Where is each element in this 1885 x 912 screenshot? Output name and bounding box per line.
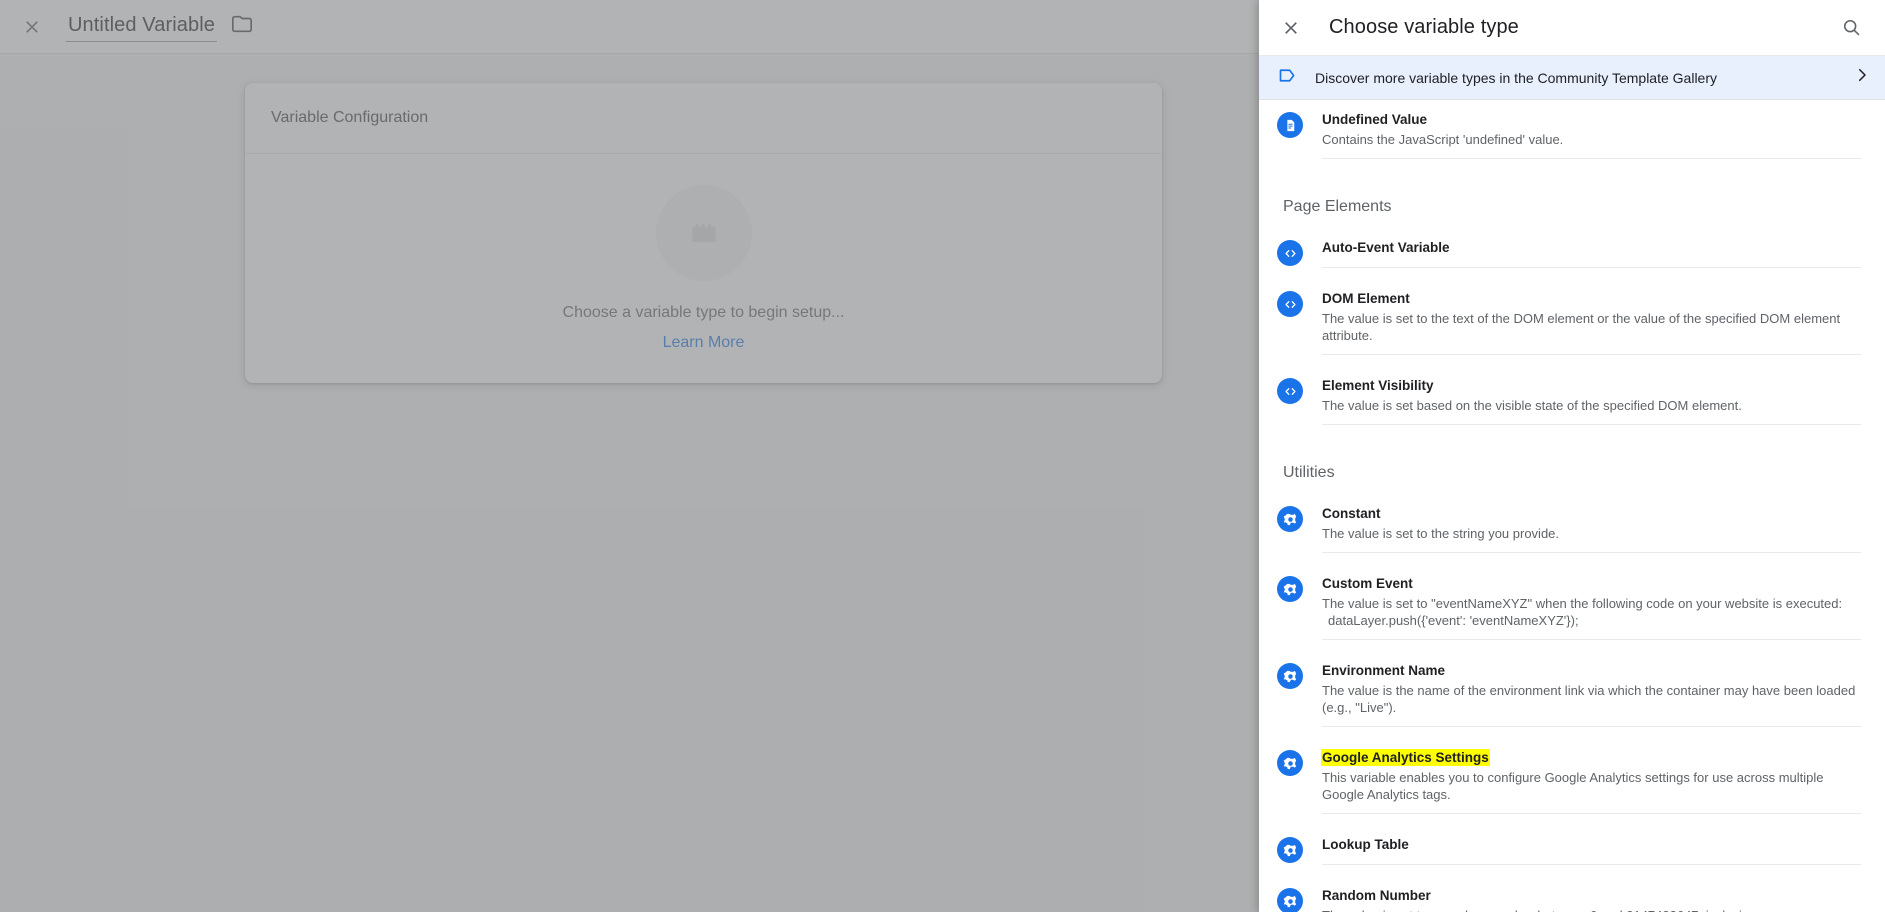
variable-type-row[interactable]: Auto-Event Variable: [1259, 228, 1885, 279]
placeholder-text: Choose a variable type to begin setup...: [562, 304, 845, 321]
panel-title: Choose variable type: [1329, 16, 1519, 38]
variable-type-description: The value is the name of the environment…: [1322, 683, 1856, 715]
gear-icon-glyph: [1283, 583, 1296, 595]
variable-type-description: This variable enables you to configure G…: [1322, 770, 1824, 802]
variable-type-title: Constant: [1322, 506, 1381, 521]
variable-type-text: Google Analytics Settings This variable e…: [1322, 749, 1861, 814]
variable-type-text: Environment Name The value is the name of…: [1322, 662, 1861, 727]
screen-root: Untitled Variable Variable Configuration: [0, 0, 1885, 912]
variable-configuration-card: Variable Configuration Choose a variable…: [245, 83, 1162, 383]
variable-type-title: DOM Element: [1322, 291, 1410, 306]
code-icon: [1277, 240, 1303, 266]
community-template-gallery-banner[interactable]: Discover more variable types in the Comm…: [1259, 56, 1885, 100]
gear-icon-glyph: [1283, 895, 1296, 907]
variable-type-title: Lookup Table: [1322, 837, 1409, 852]
variable-type-text: Constant The value is set to the string y…: [1322, 505, 1861, 553]
gear-icon: [1277, 888, 1303, 912]
gear-icon-glyph: [1283, 513, 1296, 525]
gear-icon: [1277, 576, 1303, 602]
variable-type-title: Random Number: [1322, 888, 1431, 903]
variable-type-row[interactable]: Google Analytics Settings This variable e…: [1259, 738, 1885, 825]
close-icon-glyph: [26, 20, 38, 33]
gear-icon: [1277, 837, 1303, 863]
panel-header: Choose variable type: [1259, 0, 1885, 56]
gear-icon-glyph: [1283, 670, 1296, 682]
variable-type-text: DOM Element The value is set to the text …: [1322, 290, 1861, 355]
chevron-right-icon[interactable]: [1853, 66, 1871, 89]
document-icon: [1277, 112, 1303, 138]
variable-type-description: Contains the JavaScript 'undefined' valu…: [1322, 132, 1564, 147]
close-icon[interactable]: [8, 3, 56, 51]
code-icon-glyph: [1284, 387, 1296, 395]
code-icon: [1277, 291, 1303, 317]
variable-type-text: Random Number The value is set to a rando…: [1322, 887, 1861, 912]
gear-icon-glyph: [1283, 844, 1296, 856]
chevron-right-icon-glyph: [1858, 68, 1866, 82]
variable-type-row[interactable]: Undefined Value Contains the JavaScript '…: [1259, 100, 1885, 170]
variable-type-row[interactable]: Custom Event The value is set to "eventNa…: [1259, 564, 1885, 651]
variable-type-description: The value is set based on the visible st…: [1322, 398, 1742, 413]
variable-type-text: Auto-Event Variable: [1322, 239, 1861, 268]
code-icon: [1277, 378, 1303, 404]
section-label-utilities: Utilities: [1283, 464, 1335, 481]
search-icon[interactable]: [1827, 4, 1875, 52]
variable-type-text: Element Visibility The value is set based…: [1322, 377, 1861, 425]
app-body: Variable Configuration Choose a variable…: [0, 54, 1259, 912]
gear-icon-glyph: [1283, 757, 1296, 769]
variable-type-description-text: The value is set to "eventNameXYZ" when …: [1322, 596, 1843, 611]
variable-type-row[interactable]: Element Visibility The value is set based…: [1259, 366, 1885, 436]
variable-type-description: The value is set to a random number betw…: [1322, 907, 1861, 912]
panel-close-icon[interactable]: [1267, 4, 1315, 52]
search-icon-glyph: [1843, 19, 1859, 36]
code-icon-glyph: [1284, 249, 1296, 257]
app-top-bar: Untitled Variable: [0, 0, 1259, 54]
gallery-banner-text: Discover more variable types in the Comm…: [1315, 69, 1718, 86]
variable-type-row[interactable]: Environment Name The value is the name of…: [1259, 651, 1885, 738]
code-icon-glyph: [1284, 300, 1296, 308]
gear-icon: [1277, 663, 1303, 689]
puzzle-block-icon-glyph: [692, 224, 715, 242]
variable-type-description: The value is set to the text of the DOM …: [1322, 311, 1841, 343]
variable-type-title: Undefined Value: [1322, 112, 1428, 127]
folder-icon-glyph: [231, 15, 252, 33]
close-icon-glyph: [1285, 21, 1297, 34]
variable-type-title: Custom Event: [1322, 576, 1413, 591]
variable-type-title: Environment Name: [1322, 663, 1446, 678]
variable-type-title-highlighted: Google Analytics Settings: [1322, 750, 1489, 765]
gear-icon: [1277, 750, 1303, 776]
variable-type-row[interactable]: Constant The value is set to the string y…: [1259, 494, 1885, 564]
variable-name-input[interactable]: Untitled Variable: [66, 12, 217, 42]
variable-type-text: Lookup Table: [1322, 836, 1861, 865]
variable-type-row[interactable]: DOM Element The value is set to the text …: [1259, 279, 1885, 366]
gear-icon: [1277, 506, 1303, 532]
variable-type-list[interactable]: Undefined Value Contains the JavaScript '…: [1259, 100, 1885, 912]
variable-type-row[interactable]: Random Number The value is set to a rando…: [1259, 876, 1885, 912]
background-app: Untitled Variable Variable Configuration: [0, 0, 1259, 912]
variable-type-row[interactable]: Lookup Table: [1259, 825, 1885, 876]
choose-variable-type-panel: Choose variable type Discover more varia…: [1259, 0, 1885, 912]
variable-type-text: Undefined Value Contains the JavaScript '…: [1322, 111, 1861, 159]
tag-icon-glyph: [1279, 68, 1295, 82]
card-header-title: Variable Configuration: [245, 83, 1162, 154]
variable-type-description: The value is set to the string you provi…: [1322, 526, 1560, 541]
folder-icon[interactable]: [231, 13, 253, 40]
learn-more-link[interactable]: Learn More: [663, 334, 745, 352]
puzzle-block-icon: [655, 185, 752, 281]
tag-icon: [1277, 65, 1298, 91]
variable-type-title: Auto-Event Variable: [1322, 240, 1450, 255]
document-icon-glyph: [1286, 119, 1294, 131]
variable-type-text: Custom Event The value is set to "eventNa…: [1322, 575, 1861, 640]
variable-type-title: Element Visibility: [1322, 378, 1434, 393]
variable-type-description-code: dataLayer.push({'event': 'eventNameXYZ'}…: [1328, 613, 1579, 628]
card-body: Choose a variable type to begin setup...…: [245, 154, 1162, 383]
section-label-page-elements: Page Elements: [1283, 198, 1392, 215]
variable-title-group: Untitled Variable: [66, 12, 253, 42]
variable-type-description: The value is set to "eventNameXYZ" when …: [1322, 595, 1861, 629]
